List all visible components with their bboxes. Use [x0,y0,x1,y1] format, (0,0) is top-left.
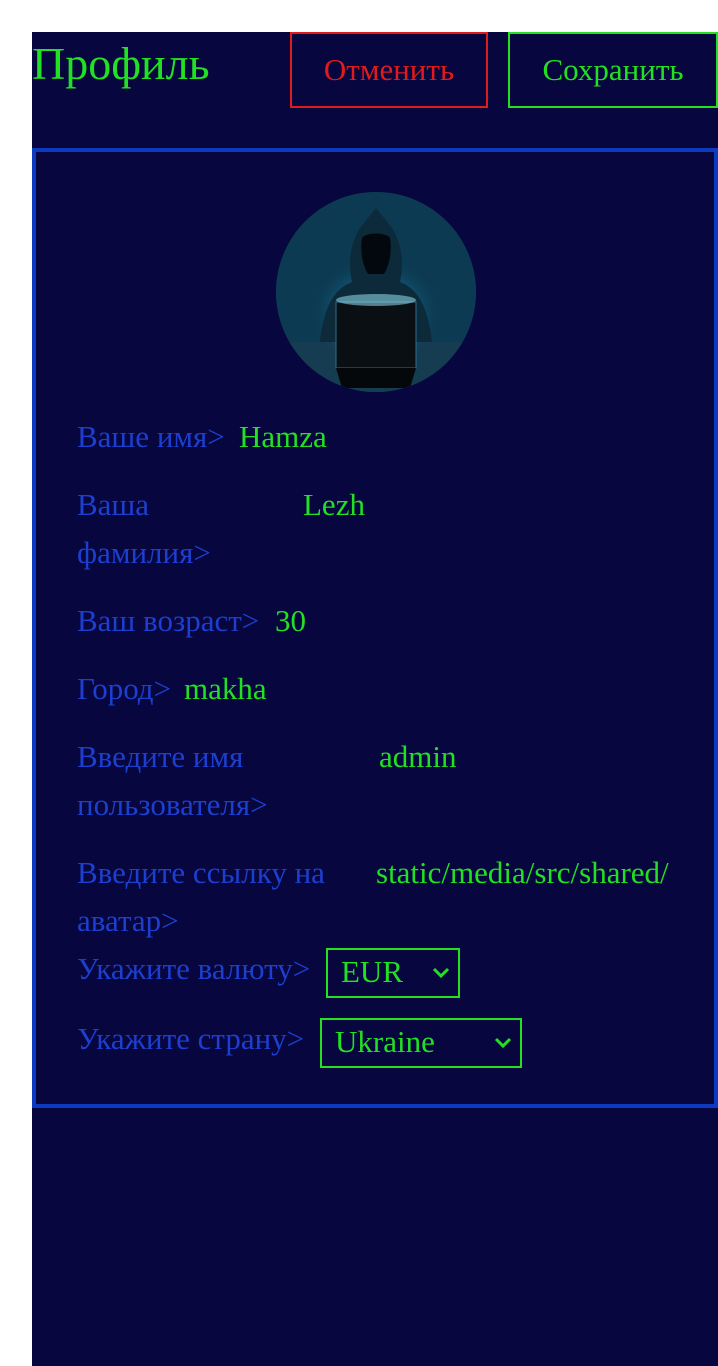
profile-page: Профиль Отменить Сохранить Ваше имя> Ham… [32,32,718,1366]
cancel-button[interactable]: Отменить [290,32,488,108]
age-label: Ваш возраст> [77,603,260,638]
first-name-label: Ваше имя> [77,419,225,454]
city-field[interactable]: makha [184,665,267,713]
avatar-link-field[interactable]: static/media/src/shared/ [376,849,674,897]
last-name-label-line2: фамилия> [77,535,211,570]
chevron-down-icon [432,967,450,979]
city-label: Город> [77,671,172,706]
currency-label: Укажите валюту> [77,951,311,986]
age-field[interactable]: 30 [275,597,306,645]
country-select[interactable]: Ukraine [320,1018,522,1068]
save-button[interactable]: Сохранить [508,32,718,108]
country-selected-value: Ukraine [335,1024,435,1059]
avatar-link-label-line2: аватар> [77,903,179,938]
last-name-label-line1: Ваша [77,487,150,522]
last-name-field[interactable]: Lezh [303,481,365,529]
page-title: Профиль [32,38,210,89]
avatar-image [276,192,476,392]
country-label: Укажите страну> [77,1021,305,1056]
first-name-field[interactable]: Hamza [239,413,327,461]
currency-selected-value: EUR [341,954,403,989]
profile-card: Ваше имя> Hamza Ваша фамилия> Lezh Ваш в… [32,148,718,1108]
username-field[interactable]: admin [379,733,457,781]
username-label-line2: пользователя> [77,787,268,822]
avatar [276,192,476,392]
avatar-link-label-line1: Введите ссылку на [77,855,325,890]
currency-select[interactable]: EUR [326,948,460,998]
chevron-down-icon [494,1037,512,1049]
username-label-line1: Введите имя [77,739,244,774]
